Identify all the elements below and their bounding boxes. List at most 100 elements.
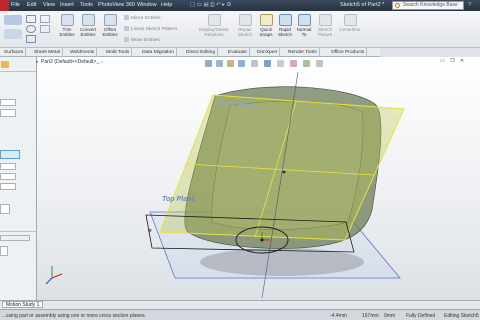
close-icon[interactable]: ✕ (460, 58, 464, 64)
tab-sheet-metal[interactable]: Sheet Metal (32, 48, 64, 57)
linear-pattern-button[interactable]: Linear Sketch Pattern (124, 26, 177, 32)
search-placeholder: Search Knowledge Base (403, 2, 458, 8)
move-entities-label: Move Entities (131, 37, 160, 43)
mirror-entities-button[interactable]: Mirror Entities (124, 15, 161, 21)
selection-box[interactable] (0, 150, 20, 159)
tab-evaluate[interactable]: Evaluate (226, 48, 251, 57)
hide-show-items-icon[interactable] (277, 60, 284, 67)
origin-point (260, 238, 264, 242)
rectangle-tool-icon[interactable] (26, 35, 36, 43)
mirror-icon (124, 15, 129, 20)
zoom-area-icon[interactable] (216, 60, 223, 67)
linear-pattern-label: Linear Sketch Pattern (131, 26, 178, 32)
mirror-entities-label: Mirror Entities (131, 15, 161, 21)
sketch-tool-icon[interactable] (4, 15, 22, 25)
window-controls: ▭ ❐ ✕ (440, 58, 478, 66)
model-graphics[interactable]: ⌀ Front Plane Top Plane (37, 57, 480, 300)
sketch-point[interactable] (282, 170, 286, 174)
display-style-icon[interactable] (264, 60, 271, 67)
solidworks-logo-icon[interactable] (0, 0, 9, 11)
panel-field-7[interactable] (0, 246, 8, 256)
convert-entities-button[interactable]: Convert Entities (78, 14, 98, 37)
command-tabs: Surfaces Sheet Metal Weldments Mold Tool… (0, 48, 380, 57)
menu-window[interactable]: Window (137, 2, 157, 8)
fillet-tool-icon[interactable] (40, 25, 50, 33)
zoom-fit-icon[interactable] (205, 60, 212, 67)
trim-icon (60, 14, 74, 26)
edit-appearance-icon[interactable] (290, 60, 297, 67)
circle-tool-icon[interactable] (26, 25, 36, 33)
spline-tool-icon[interactable] (40, 15, 50, 23)
tab-mold-tools[interactable]: Mold Tools (104, 48, 133, 57)
view-settings-icon[interactable] (316, 60, 323, 67)
tab-weldments[interactable]: Weldments (68, 48, 98, 57)
status-x: -4.4mm (330, 313, 347, 319)
status-editing: Editing Sketch5 (444, 313, 479, 319)
centerline-button[interactable]: Centerline (338, 14, 362, 32)
menu-edit[interactable]: Edit (27, 2, 36, 8)
panel-field-5[interactable] (0, 183, 16, 190)
repair-sketch-button[interactable]: Repair Sketch (235, 14, 255, 37)
search-input[interactable]: Search Knowledge Base (392, 1, 464, 10)
triad-x-icon (51, 273, 63, 279)
menu-help[interactable]: Help (161, 2, 172, 8)
tab-direct-editing[interactable]: Direct Editing (184, 48, 219, 57)
feature-manager-tab-icon[interactable] (1, 61, 9, 68)
smart-dimension-icon[interactable] (4, 29, 22, 39)
apply-scene-icon[interactable] (303, 60, 310, 67)
view-orientation-icon[interactable] (251, 60, 258, 67)
centerline-icon (343, 14, 357, 26)
menu-insert[interactable]: Insert (60, 2, 74, 8)
menu-file[interactable]: File (11, 2, 20, 8)
panel-field-3[interactable] (0, 163, 16, 170)
panel-field-4[interactable] (0, 173, 16, 180)
panel-field-1[interactable] (0, 99, 16, 106)
command-manager-ribbon: Trim Entities Convert Entities Offset En… (0, 11, 480, 48)
search-icon (395, 3, 400, 8)
snap-icon (259, 14, 273, 26)
section-view-icon[interactable] (238, 60, 245, 67)
panel-button[interactable] (0, 204, 10, 214)
menu-tools[interactable]: Tools (80, 2, 93, 8)
minimize-icon[interactable]: ▭ (440, 58, 445, 64)
tree-expand-icon[interactable]: ▸ (36, 59, 39, 65)
restore-icon[interactable]: ❐ (450, 58, 454, 64)
line-tool-icon[interactable] (26, 15, 36, 23)
quick-access-toolbar[interactable]: ▢ ▭ ▤ ⎙ ↶ ▸ ⚙ (190, 2, 231, 9)
help-icon[interactable]: ? (468, 2, 471, 8)
trim-entities-button[interactable]: Trim Entities (58, 14, 76, 37)
move-entities-button[interactable]: Move Entities (124, 37, 160, 43)
sketch-picture-button[interactable]: Sketch Picture (315, 14, 335, 37)
menu-photoview[interactable]: PhotoView 360 (98, 2, 135, 8)
panel-field-2[interactable] (0, 109, 16, 117)
tab-motion-study[interactable]: Motion Study 1 (2, 301, 44, 308)
quick-snaps-button[interactable]: Quick Snaps (257, 14, 275, 37)
rapid-sketch-button[interactable]: Rapid Sketch (276, 14, 294, 37)
menu-view[interactable]: View (43, 2, 55, 8)
previous-view-icon[interactable] (227, 60, 234, 67)
triad-z-icon (45, 277, 53, 285)
convert-entities-label: Convert Entities (79, 27, 97, 37)
tab-render-tools[interactable]: Render Tools (286, 48, 320, 57)
normal-to-icon (297, 14, 311, 26)
offset-entities-button[interactable]: Offset Entities (100, 14, 120, 37)
repair-sketch-label: Repair Sketch (237, 27, 253, 37)
part-shadow (200, 248, 364, 276)
tab-dimxpert[interactable]: DimXpert (255, 48, 281, 57)
display-delete-relations-button[interactable]: Display/Delete Relations (197, 14, 231, 37)
tab-office-products[interactable]: Office Products (329, 48, 368, 57)
normal-to-button[interactable]: Normal To (295, 14, 313, 37)
status-state: Fully Defined (406, 313, 436, 319)
tab-surfaces[interactable]: Surfaces (2, 48, 27, 57)
display-delete-relations-label: Display/Delete Relations (199, 27, 229, 37)
dimension-marker-icon[interactable]: ⌀ (148, 228, 152, 234)
motion-study-bar (0, 300, 480, 309)
tab-data-migration[interactable]: Data Migration (140, 48, 177, 57)
status-bar: ...ssing part or assembly using one or m… (0, 309, 480, 320)
status-z: 0mm (384, 313, 396, 319)
panel-field-6[interactable] (0, 235, 30, 241)
repair-icon (238, 14, 252, 26)
feature-tree-path[interactable]: Part2 (Default<<Default>_... (41, 59, 103, 65)
quick-snaps-label: Quick Snaps (259, 27, 273, 37)
centerline-label: Centerline (339, 27, 361, 32)
